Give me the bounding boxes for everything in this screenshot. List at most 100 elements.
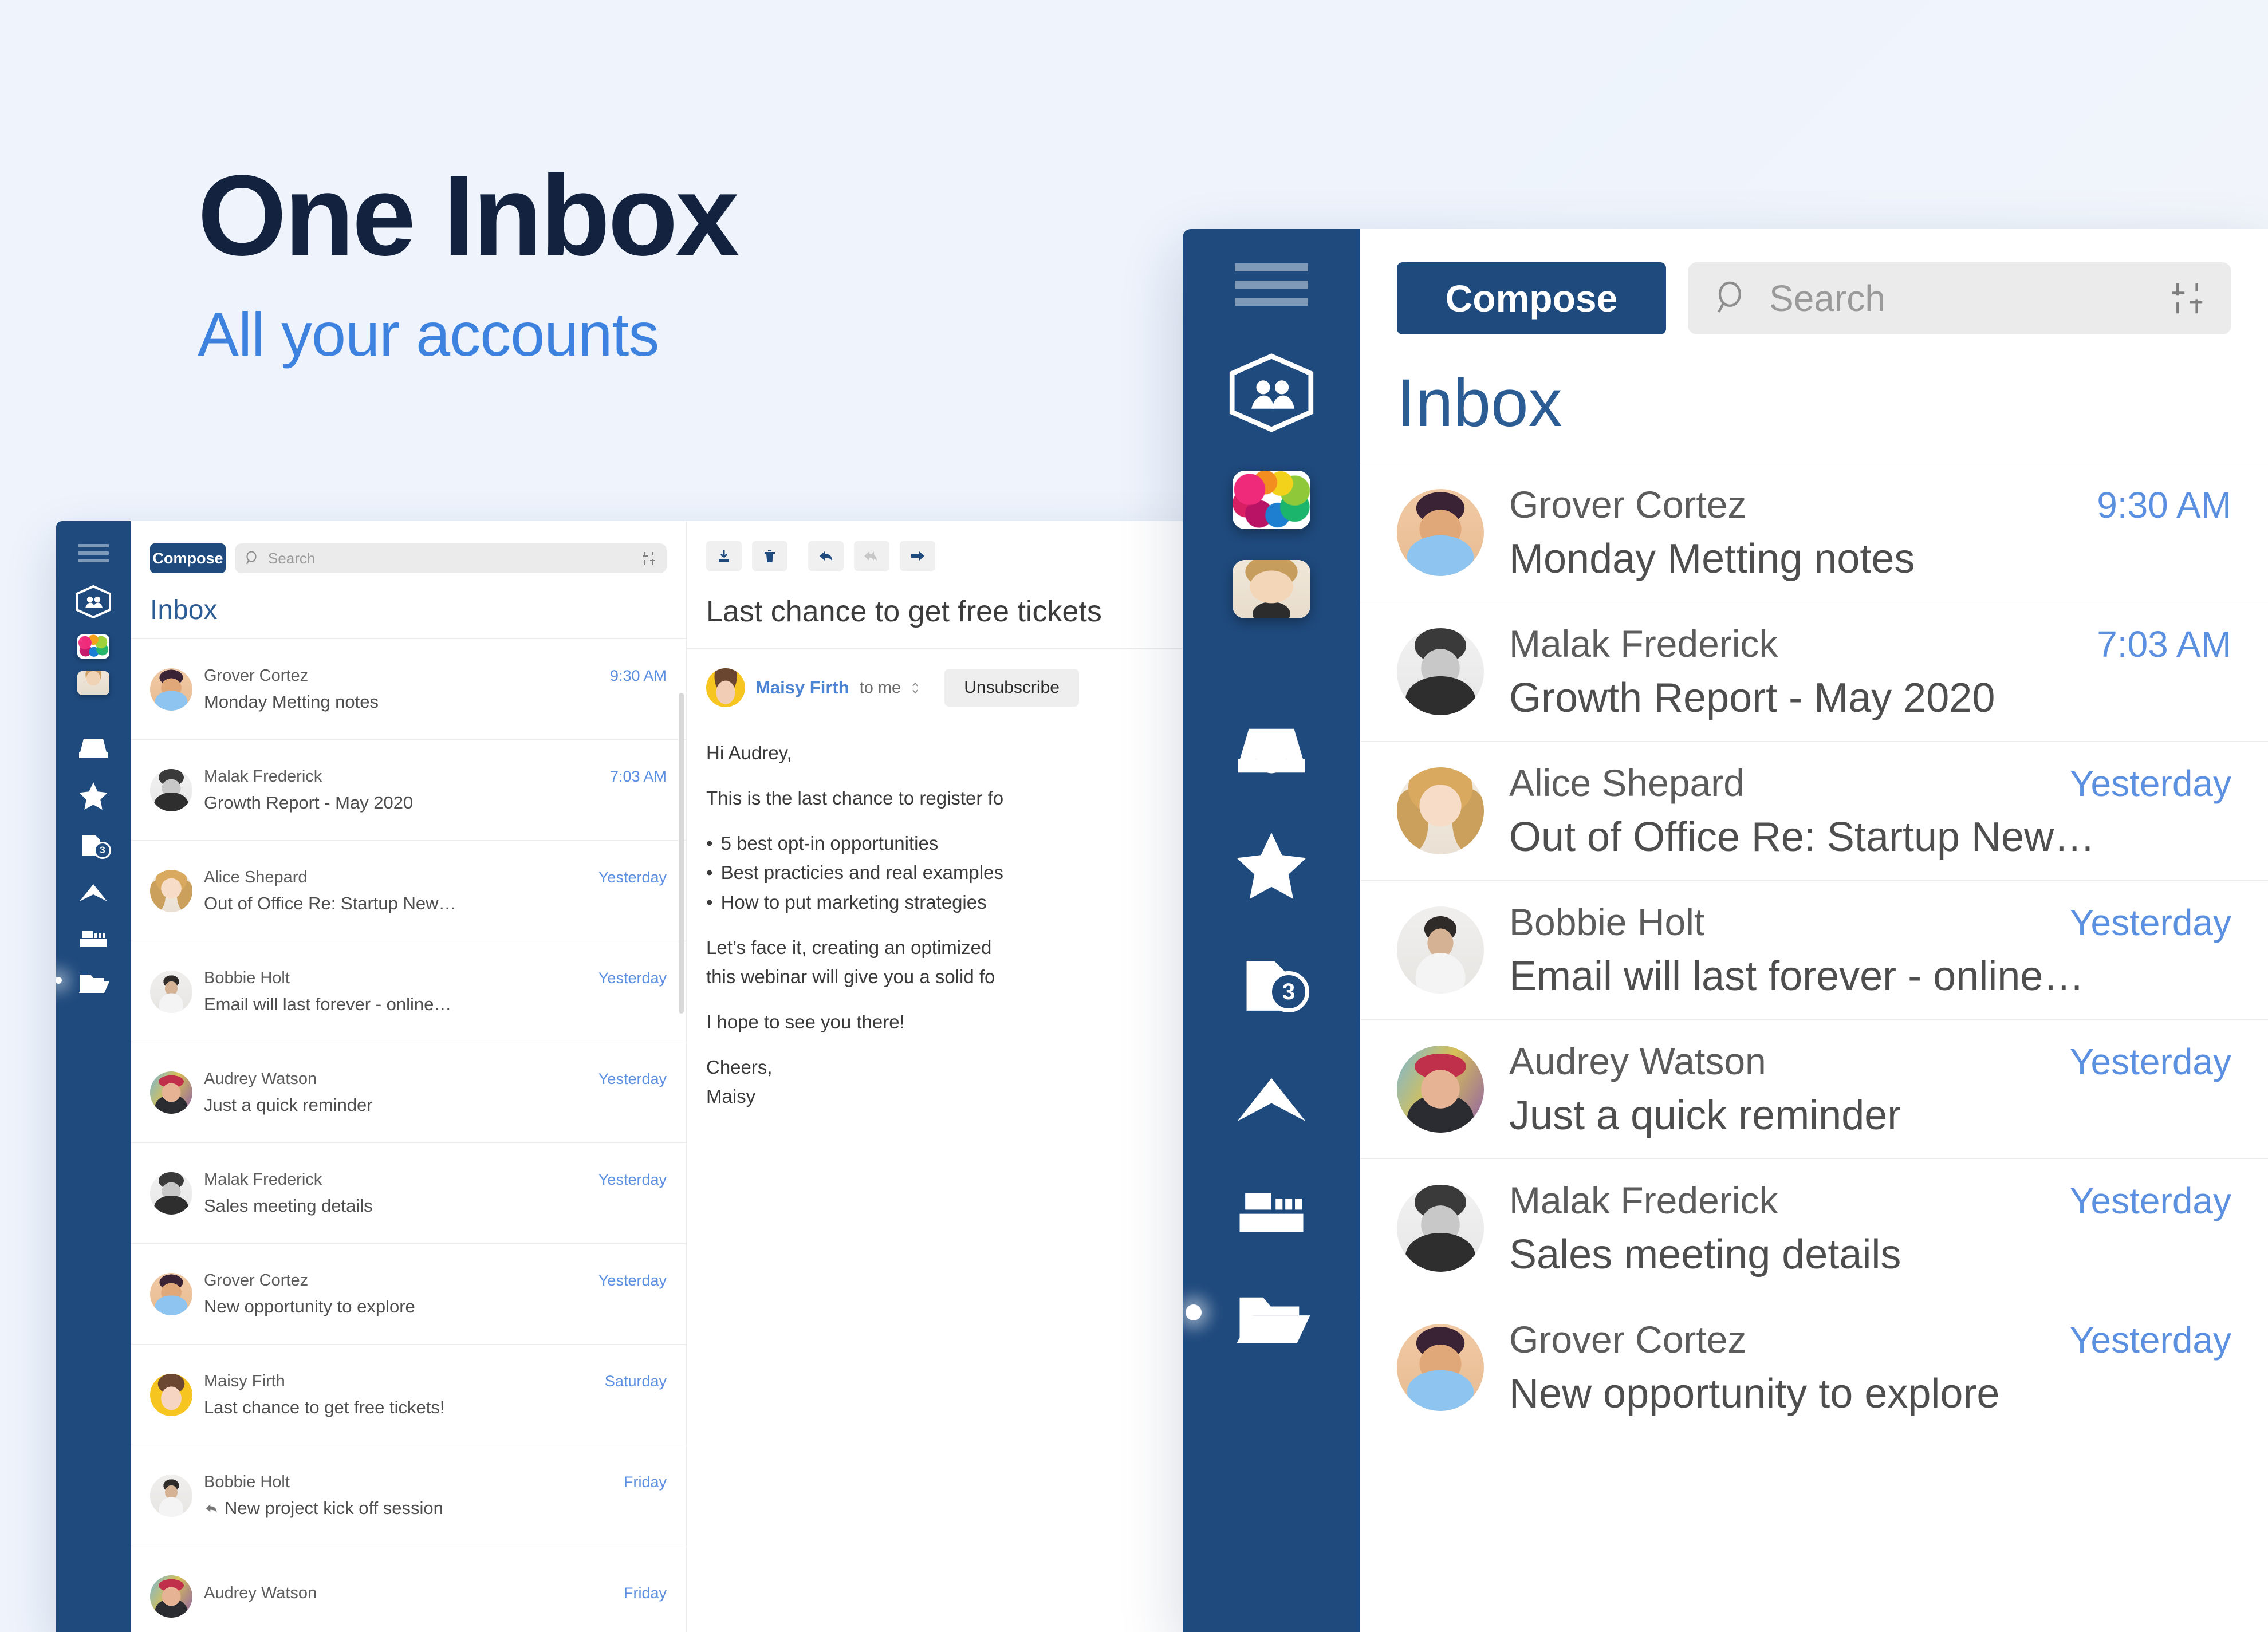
compose-button[interactable]: Compose [150, 543, 226, 573]
sliders-icon[interactable] [641, 551, 656, 566]
mail-timestamp: 9:30 AM [609, 667, 667, 684]
mail-row[interactable]: Audrey Watson Yesterday Just a quick remin… [131, 1042, 686, 1142]
mail-subject: Last chance to get free tickets! [204, 1397, 667, 1418]
archive-download-icon[interactable] [706, 541, 742, 571]
mail-row[interactable]: Alice Shepard Yesterday Out of Office Re: … [131, 840, 686, 941]
list-scrollbar[interactable] [679, 693, 684, 1014]
mail-row[interactable]: Bobbie Holt Yesterday Email will last fore… [131, 941, 686, 1042]
mail-subject: Email will last forever - online… [1509, 953, 2231, 1000]
mail-row[interactable]: Malak Frederick 7:03 AM Growth Report - Ma… [1360, 602, 2268, 741]
team-hexagon-icon[interactable] [1227, 353, 1316, 433]
mail-subject: Monday Metting notes [204, 692, 667, 712]
archive-icon[interactable] [77, 924, 110, 951]
sliders-icon[interactable] [2169, 281, 2205, 316]
search-input[interactable]: Search [1688, 262, 2231, 334]
mail-row-text: Grover Cortez Yesterday New opportunity to… [1509, 1318, 2231, 1417]
search-input[interactable]: Search [235, 543, 667, 573]
hamburger-icon[interactable] [1235, 263, 1308, 306]
mail-row-header: Alice Shepard Yesterday [204, 868, 667, 887]
mail-subject-text: Out of Office Re: Startup New… [204, 893, 456, 913]
drafts-badge: 3 [1268, 971, 1309, 1012]
mail-timestamp: 7:03 AM [609, 767, 667, 785]
mail-row[interactable]: Bobbie Holt Yesterday Email will last fore… [1360, 880, 2268, 1019]
mail-row[interactable]: Malak Frederick Yesterday Sales meeting de… [131, 1142, 686, 1243]
mail-timestamp: Yesterday [598, 1271, 667, 1289]
mail-subject-text: Sales meeting details [1509, 1232, 1901, 1278]
drafts-icon[interactable]: 3 [1231, 948, 1312, 1020]
mail-row-text: Audrey Watson Friday [204, 1584, 667, 1609]
folder-icon[interactable] [56, 970, 110, 995]
mail-row[interactable]: Grover Cortez Yesterday New opportunity to… [1360, 1298, 2268, 1437]
avatar [1397, 628, 1484, 715]
avatar-image [1233, 471, 1310, 529]
mail-timestamp: Yesterday [2069, 902, 2231, 943]
unsubscribe-button[interactable]: Unsubscribe [944, 669, 1079, 707]
compose-button[interactable]: Compose [1397, 262, 1666, 334]
avatar [150, 1575, 192, 1618]
avatar-image [150, 1575, 192, 1618]
inbox-icon[interactable] [77, 735, 110, 762]
body-bullet-item: How to put marketing strategies [706, 888, 1213, 917]
mail-subject-text: New project kick off session [225, 1497, 443, 1518]
mail-row-header: Grover Cortez 9:30 AM [1509, 483, 2231, 526]
mail-subject: New project kick off session [204, 1498, 667, 1519]
mail-row-header: Alice Shepard Yesterday [1509, 761, 2231, 805]
mail-row-text: Bobbie Holt Friday New project kick off se… [204, 1473, 667, 1519]
mail-row-text: Grover Cortez 9:30 AM Monday Metting notes [1509, 483, 2231, 582]
mail-subject-text: Monday Metting notes [1509, 536, 1915, 582]
reader-sender-name[interactable]: Maisy Firth [755, 677, 849, 698]
mail-subject-text: New opportunity to explore [204, 1296, 415, 1316]
mail-subject-text: Out of Office Re: Startup New… [1509, 814, 2096, 860]
mail-sender: Grover Cortez [204, 1271, 309, 1290]
mail-sender: Audrey Watson [1509, 1040, 1766, 1082]
mail-timestamp: Saturday [604, 1372, 667, 1390]
star-icon[interactable] [1233, 829, 1310, 901]
archive-icon[interactable] [1231, 1176, 1312, 1240]
mail-row[interactable]: Audrey Watson Yesterday Just a quick remin… [1360, 1019, 2268, 1158]
mail-row[interactable]: Grover Cortez Yesterday New opportunity to… [131, 1243, 686, 1344]
trash-icon[interactable] [752, 541, 788, 571]
mail-row[interactable]: Bobbie Holt Friday New project kick off se… [131, 1445, 686, 1546]
avatar [150, 668, 192, 711]
mail-timestamp: Yesterday [598, 868, 667, 886]
mail-row[interactable]: Malak Frederick 7:03 AM Growth Report - Ma… [131, 739, 686, 840]
mail-row[interactable]: Audrey Watson Friday [131, 1546, 686, 1632]
body-paragraph-line2: this webinar will give you a solid fo [706, 965, 995, 987]
mail-subject: Just a quick reminder [1509, 1092, 2231, 1139]
replied-arrow-icon [206, 1504, 217, 1513]
avatar [1397, 489, 1484, 576]
reply-icon[interactable] [808, 541, 844, 571]
avatar-image [77, 634, 109, 659]
avatar-image [150, 1474, 192, 1517]
mail-row[interactable]: Alice Shepard Yesterday Out of Office Re: … [1360, 741, 2268, 880]
reading-pane: Last chance to get free tickets Maisy Fi… [686, 521, 1213, 1632]
folder-title: Inbox [1397, 365, 1562, 441]
account-avatar-colorful[interactable] [77, 634, 109, 659]
reply-all-icon[interactable] [854, 541, 889, 571]
avatar-image [1397, 489, 1484, 576]
hamburger-icon[interactable] [78, 544, 109, 562]
team-hexagon-icon[interactable] [75, 585, 112, 618]
avatar-image [150, 1172, 192, 1215]
body-paragraph-line1: Let’s face it, creating an optimized [706, 936, 992, 958]
drafts-icon[interactable]: 3 [77, 830, 111, 860]
mail-row-header: Grover Cortez Yesterday [204, 1271, 667, 1290]
mail-list-primary: Grover Cortez 9:30 AM Monday Metting notes… [1360, 463, 2268, 1437]
sent-icon[interactable] [1233, 1067, 1310, 1129]
sent-icon[interactable] [77, 880, 109, 905]
inbox-icon[interactable] [1231, 719, 1312, 782]
avatar [150, 970, 192, 1013]
mail-row[interactable]: Maisy Firth Saturday Last chance to get fr… [131, 1344, 686, 1445]
mail-row[interactable]: Grover Cortez 9:30 AM Monday Metting notes [131, 638, 686, 739]
mail-row[interactable]: Malak Frederick Yesterday Sales meeting de… [1360, 1158, 2268, 1298]
account-avatar-woman[interactable] [1233, 560, 1310, 618]
account-avatar-colorful[interactable] [1233, 471, 1310, 529]
chevron-updown-icon[interactable] [911, 680, 919, 695]
star-icon[interactable] [78, 781, 109, 811]
mail-row-header: Malak Frederick Yesterday [1509, 1178, 2231, 1222]
mail-row[interactable]: Grover Cortez 9:30 AM Monday Metting notes [1360, 463, 2268, 602]
forward-icon[interactable] [900, 541, 935, 571]
mail-sender: Bobbie Holt [1509, 901, 1705, 943]
account-avatar-woman[interactable] [77, 671, 109, 695]
folder-icon[interactable] [1186, 1287, 1312, 1349]
